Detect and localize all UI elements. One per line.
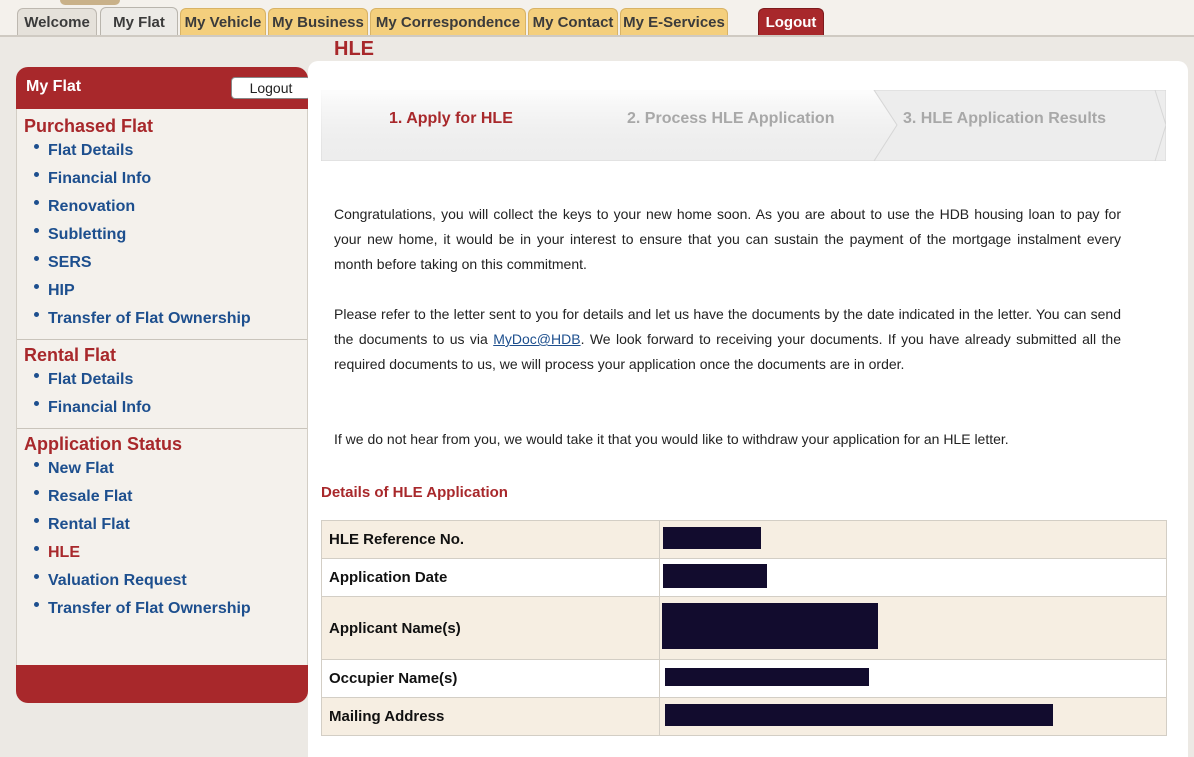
sidebar-item-label: Renovation <box>48 198 136 215</box>
sidebar-item-renovation[interactable]: Renovation <box>17 193 307 221</box>
sidebar-item-resale-flat[interactable]: Resale Flat <box>17 483 307 511</box>
table-row: Application Date <box>321 558 1167 597</box>
logo-fragment <box>60 0 120 5</box>
sidebar-item-new-flat[interactable]: New Flat <box>17 455 307 483</box>
sidebar-item-hip[interactable]: HIP <box>17 277 307 305</box>
intro-paragraph: Congratulations, you will collect the ke… <box>334 206 1121 272</box>
row-value <box>659 596 1167 660</box>
row-label: Application Date <box>321 558 660 597</box>
sidebar-item-subletting[interactable]: Subletting <box>17 221 307 249</box>
sidebar-title: My Flat <box>26 78 82 95</box>
table-row: Applicant Name(s) <box>321 596 1167 660</box>
sidebar-divider <box>17 339 307 340</box>
bullet-icon <box>34 489 39 495</box>
sidebar-item-label: Valuation Request <box>48 572 187 589</box>
page-title: HLE <box>334 38 374 60</box>
sidebar: My Flat Logout Purchased Flat Flat Detai… <box>16 67 311 703</box>
bullet-icon <box>34 573 39 579</box>
sidebar-item-label: Financial Info <box>48 170 152 187</box>
redacted-value <box>662 603 878 649</box>
sidebar-item-rental-flat-details[interactable]: Flat Details <box>17 366 307 394</box>
redacted-value <box>663 563 767 588</box>
bullet-icon <box>34 517 39 523</box>
sidebar-item-hle[interactable]: HLE <box>17 539 307 567</box>
sidebar-item-status-transfer-of-flat-ownership[interactable]: Transfer of Flat Ownership <box>17 595 307 623</box>
row-label: HLE Reference No. <box>321 520 660 559</box>
bullet-icon <box>34 545 39 551</box>
bullet-icon <box>34 143 39 149</box>
bullet-icon <box>34 461 39 467</box>
bullet-icon <box>34 400 39 406</box>
sidebar-item-label: HIP <box>48 282 75 299</box>
hle-details-table: HLE Reference No. Application Date Appli… <box>321 520 1167 736</box>
tab-my-e-services[interactable]: My E-Services <box>620 8 728 35</box>
sidebar-section-purchased-flat: Purchased Flat <box>24 116 154 136</box>
top-navigation-bar: Welcome My Flat My Vehicle My Business M… <box>0 0 1194 37</box>
sidebar-menu: Purchased Flat Flat Details Financial In… <box>16 109 308 665</box>
sidebar-item-rental-financial-info[interactable]: Financial Info <box>17 394 307 422</box>
bullet-icon <box>34 601 39 607</box>
redacted-value <box>663 526 761 549</box>
tab-my-business[interactable]: My Business <box>268 8 368 35</box>
sidebar-item-label: HLE <box>48 544 80 561</box>
sidebar-item-rental-flat[interactable]: Rental Flat <box>17 511 307 539</box>
sidebar-item-label: Transfer of Flat Ownership <box>48 600 251 617</box>
row-value <box>659 558 1167 597</box>
sidebar-section-application-status: Application Status <box>24 434 183 454</box>
sidebar-item-sers[interactable]: SERS <box>17 249 307 277</box>
sidebar-item-label: Financial Info <box>48 399 152 416</box>
redacted-value <box>665 667 869 686</box>
bullet-icon <box>34 199 39 205</box>
sidebar-item-label: New Flat <box>48 460 114 477</box>
sidebar-header: My Flat Logout <box>16 67 311 109</box>
sidebar-divider <box>17 428 307 429</box>
step-1-label: 1. Apply for HLE <box>389 110 513 127</box>
bullet-icon <box>34 372 39 378</box>
row-label: Mailing Address <box>321 697 660 736</box>
row-value <box>659 697 1167 736</box>
table-row: Mailing Address <box>321 697 1167 736</box>
top-logout-button[interactable]: Logout <box>758 8 824 35</box>
sidebar-item-label: Flat Details <box>48 142 134 159</box>
withdrawal-paragraph: If we do not hear from you, we would tak… <box>334 431 1009 447</box>
bullet-icon <box>34 255 39 261</box>
sidebar-footer <box>16 665 308 703</box>
redacted-value <box>665 703 1053 726</box>
sidebar-item-label: Flat Details <box>48 371 134 388</box>
row-label: Occupier Name(s) <box>321 659 660 698</box>
mydoc-link[interactable]: MyDoc@HDB <box>493 331 580 347</box>
tab-my-flat[interactable]: My Flat <box>100 7 178 37</box>
tab-my-contact[interactable]: My Contact <box>528 8 618 35</box>
tab-my-vehicle[interactable]: My Vehicle <box>180 8 266 35</box>
step-2-label: 2. Process HLE Application <box>627 110 835 127</box>
row-value <box>659 520 1167 559</box>
sidebar-logout-button[interactable]: Logout <box>231 77 311 99</box>
bullet-icon <box>34 311 39 317</box>
sidebar-item-label: Subletting <box>48 226 127 243</box>
table-row: HLE Reference No. <box>321 520 1167 559</box>
tab-welcome[interactable]: Welcome <box>17 8 97 35</box>
documents-paragraph: Please refer to the letter sent to you f… <box>334 302 1121 377</box>
sidebar-item-label: SERS <box>48 254 92 271</box>
table-row: Occupier Name(s) <box>321 659 1167 698</box>
bullet-icon <box>34 283 39 289</box>
bullet-icon <box>34 171 39 177</box>
tab-bar-divider <box>0 35 1194 37</box>
sidebar-item-transfer-of-flat-ownership[interactable]: Transfer of Flat Ownership <box>17 305 307 333</box>
tab-my-correspondence[interactable]: My Correspondence <box>370 8 526 35</box>
row-value <box>659 659 1167 698</box>
sidebar-item-label: Transfer of Flat Ownership <box>48 310 251 327</box>
sidebar-item-flat-details[interactable]: Flat Details <box>17 137 307 165</box>
step-3-label: 3. HLE Application Results <box>903 110 1106 127</box>
sidebar-item-valuation-request[interactable]: Valuation Request <box>17 567 307 595</box>
sidebar-section-rental-flat: Rental Flat <box>24 345 117 365</box>
details-heading: Details of HLE Application <box>321 484 508 501</box>
bullet-icon <box>34 227 39 233</box>
sidebar-item-label: Resale Flat <box>48 488 133 505</box>
sidebar-item-financial-info[interactable]: Financial Info <box>17 165 307 193</box>
application-stepper: 1. Apply for HLE 2. Process HLE Applicat… <box>321 90 1166 161</box>
row-label: Applicant Name(s) <box>321 596 660 660</box>
sidebar-item-label: Rental Flat <box>48 516 130 533</box>
